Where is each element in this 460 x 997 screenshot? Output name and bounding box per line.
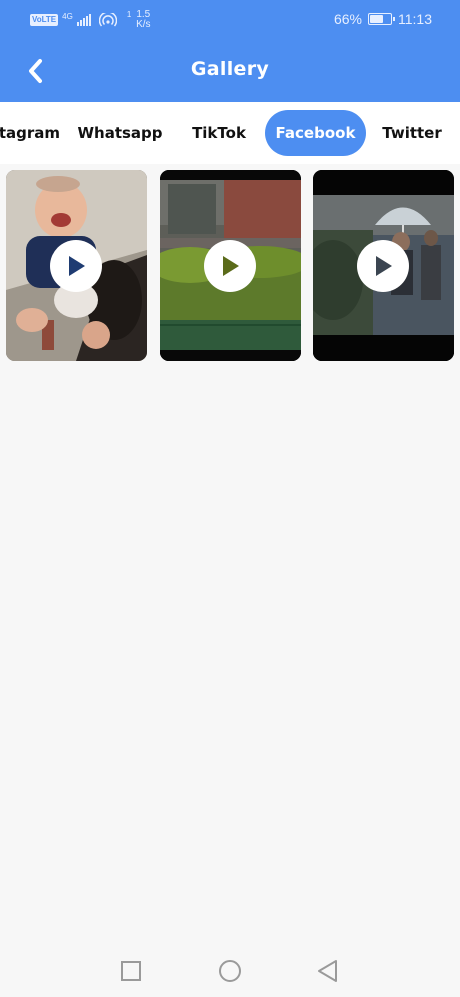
tab-whatsapp[interactable]: Whatsapp	[74, 110, 166, 156]
network-type: 4G	[62, 11, 73, 21]
play-button[interactable]	[204, 240, 256, 292]
tab-label: TikTok	[192, 124, 246, 142]
hotspot-icon	[98, 13, 117, 27]
battery-icon	[368, 13, 395, 25]
play-icon	[376, 256, 392, 276]
tab-label: Instagram	[0, 124, 60, 142]
circle-icon[interactable]	[217, 958, 243, 984]
tab-label: Whatsapp	[77, 124, 163, 142]
battery-level	[370, 15, 383, 23]
status-bar: VoLTE 4G 1 1.5 K/s 66% 11:13	[0, 0, 460, 40]
tab-strip: Instagram Whatsapp TikTok Facebook Twitt…	[0, 102, 460, 164]
data-rate: 1 1.5 K/s	[127, 10, 151, 30]
page-title: Gallery	[190, 58, 270, 80]
triangle-back-icon[interactable]	[315, 958, 341, 984]
play-icon	[223, 256, 239, 276]
video-thumbnail-1[interactable]	[6, 170, 147, 361]
app-bar: Gallery	[0, 40, 460, 102]
tab-label: Twitter	[382, 124, 442, 142]
clock: 11:13	[398, 11, 432, 27]
status-right: 66% 11:13	[334, 11, 432, 27]
data-rate-prefix: 1	[126, 10, 132, 19]
system-nav-bar	[0, 944, 460, 997]
tab-twitter[interactable]: Twitter	[378, 110, 446, 156]
tab-facebook[interactable]: Facebook	[265, 110, 366, 156]
data-rate-unit: K/s	[136, 19, 151, 30]
video-thumbnail-2[interactable]	[160, 170, 301, 361]
tab-tiktok[interactable]: TikTok	[186, 110, 252, 156]
status-left: VoLTE 4G 1 1.5 K/s	[30, 10, 151, 30]
play-icon	[69, 256, 85, 276]
tab-label: Facebook	[275, 124, 356, 142]
volte-badge: VoLTE	[30, 14, 59, 26]
battery-percent: 66%	[333, 11, 362, 27]
square-icon[interactable]	[118, 958, 144, 984]
video-thumbnail-3[interactable]	[313, 170, 454, 361]
tab-instagram[interactable]: Instagram	[0, 110, 60, 156]
play-button[interactable]	[50, 240, 102, 292]
play-button[interactable]	[357, 240, 409, 292]
signal-strength-icon	[76, 14, 91, 26]
